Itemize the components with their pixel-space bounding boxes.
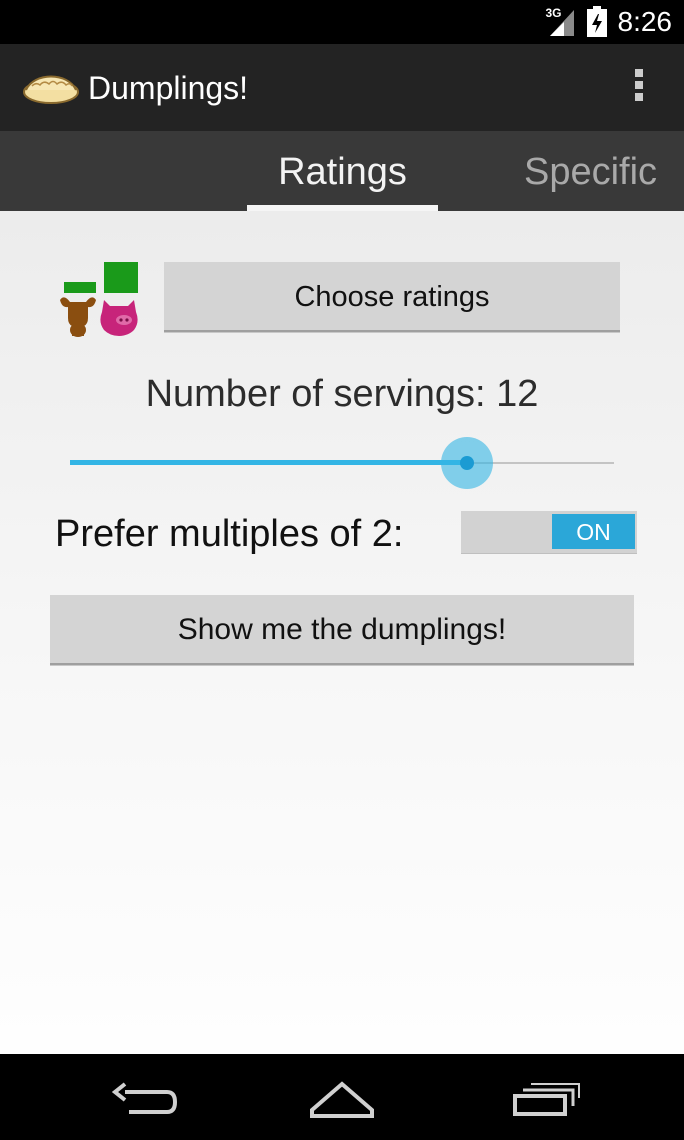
servings-slider[interactable] bbox=[70, 437, 614, 489]
ratings-icon bbox=[60, 262, 138, 337]
recents-icon[interactable] bbox=[503, 1074, 583, 1122]
choose-ratings-button[interactable]: Choose ratings bbox=[164, 262, 620, 332]
home-icon[interactable] bbox=[302, 1074, 382, 1122]
dumpling-icon[interactable] bbox=[22, 68, 80, 106]
status-icons: 3G 8:26 bbox=[546, 4, 673, 40]
prefer-multiples-label: Prefer multiples of 2: bbox=[55, 513, 404, 555]
toggle-on-knob: ON bbox=[552, 514, 635, 549]
tab-ratings[interactable]: Ratings bbox=[247, 131, 438, 211]
status-bar: 3G 8:26 bbox=[0, 0, 684, 44]
slider-progress bbox=[70, 460, 467, 465]
show-dumplings-button[interactable]: Show me the dumplings! bbox=[50, 595, 634, 665]
signal-icon: 3G bbox=[546, 6, 578, 38]
overflow-menu-icon[interactable] bbox=[632, 66, 646, 110]
clock: 8:26 bbox=[617, 6, 673, 37]
tab-specific[interactable]: Specific bbox=[524, 131, 657, 211]
tab-strip: Ratings Specific bbox=[0, 131, 684, 211]
action-bar: Dumplings! bbox=[0, 44, 684, 131]
ratings-page: Choose ratings Number of servings: 12 Pr… bbox=[0, 211, 684, 1054]
slider-thumb-center bbox=[460, 456, 474, 470]
prefer-multiples-toggle[interactable]: ON bbox=[461, 511, 637, 554]
app-title: Dumplings! bbox=[88, 70, 249, 106]
servings-label: Number of servings: 12 bbox=[145, 373, 539, 415]
battery-icon bbox=[586, 6, 607, 37]
navigation-bar bbox=[0, 1054, 684, 1140]
back-icon[interactable] bbox=[103, 1074, 183, 1122]
